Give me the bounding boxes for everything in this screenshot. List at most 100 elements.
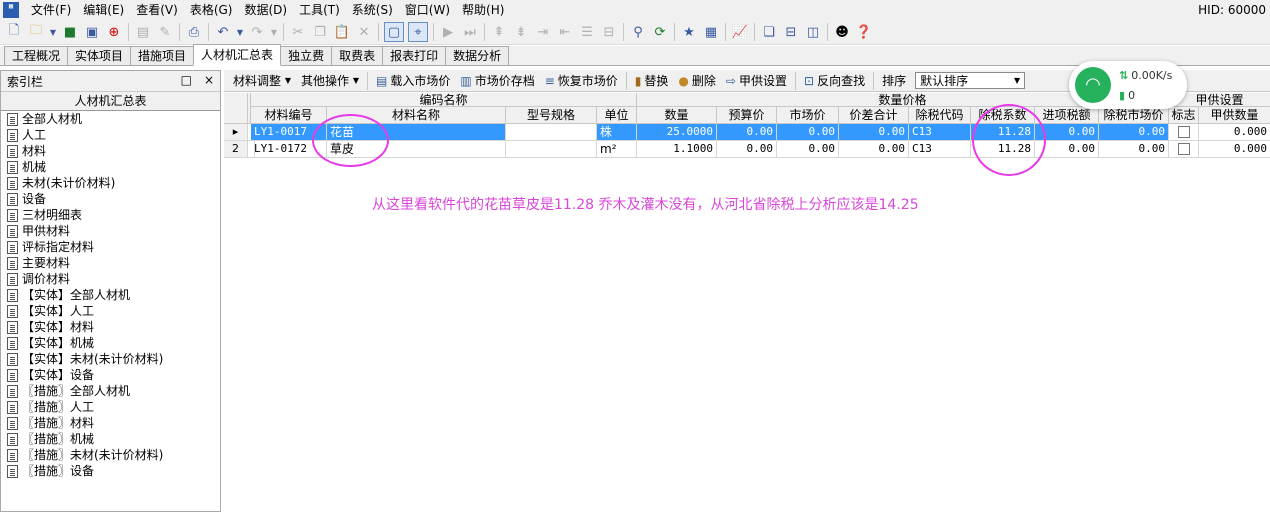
grid-cell-qty[interactable]: 25.0000 — [637, 124, 717, 141]
add-icon[interactable]: ⊕ — [105, 23, 123, 41]
index-item[interactable]: 材料 — [7, 143, 220, 159]
grid-cell-spec[interactable] — [506, 124, 597, 141]
column-header[interactable]: 除税代码 — [909, 107, 971, 124]
index-item[interactable]: 人工 — [7, 127, 220, 143]
find-icon[interactable]: ⚲ — [629, 23, 647, 41]
tab-labor-material-summary[interactable]: 人材机汇总表 — [193, 44, 282, 66]
save-market-price-button[interactable]: ▥ 市场价存档 — [455, 71, 539, 91]
chevron-down-icon[interactable]: ▼ — [270, 23, 278, 41]
move-up-icon[interactable]: ⇞ — [490, 23, 508, 41]
index-item[interactable]: 甲供材料 — [7, 223, 220, 239]
edit-icon[interactable]: ✎ — [156, 23, 174, 41]
column-header[interactable]: 预算价 — [717, 107, 777, 124]
indent-icon[interactable]: ⇥ — [534, 23, 552, 41]
select-icon[interactable]: ▢ — [384, 22, 404, 42]
open-folder-icon[interactable]: 🗀 — [27, 23, 45, 41]
column-header[interactable]: 甲供数量 — [1199, 107, 1270, 124]
grid-cell-diff[interactable]: 0.00 — [839, 141, 909, 158]
tile-vertical-icon[interactable]: ◫ — [804, 23, 822, 41]
index-item[interactable]: 全部人材机 — [7, 111, 220, 127]
chevron-down-icon[interactable]: ▼ — [236, 23, 244, 41]
calculator-icon[interactable]: ▦ — [702, 23, 720, 41]
refresh-icon[interactable]: ⟳ — [651, 23, 669, 41]
row-header[interactable]: ▸ — [224, 124, 248, 141]
menu-data[interactable]: 数据(D) — [238, 0, 293, 20]
cut-icon[interactable]: ✂ — [289, 23, 307, 41]
undo-icon[interactable]: ↶ — [214, 23, 232, 41]
pin-icon[interactable]: □ — [181, 73, 192, 87]
index-item[interactable]: 〖措施〗人工 — [7, 399, 220, 415]
column-header[interactable]: 标志 — [1169, 107, 1199, 124]
index-item[interactable]: 【实体】全部人材机 — [7, 287, 220, 303]
grid-cell-flag[interactable] — [1169, 124, 1199, 141]
supply-flag-checkbox[interactable] — [1177, 126, 1190, 138]
grid-cell-qty[interactable]: 1.1000 — [637, 141, 717, 158]
grid-cell-supplyqty[interactable]: 0.000 — [1199, 141, 1270, 158]
material-adjust-button[interactable]: 材料调整 ▼ — [228, 71, 296, 91]
index-item[interactable]: 机械 — [7, 159, 220, 175]
column-header[interactable]: 数量 — [637, 107, 717, 124]
grid-cell-exmarket[interactable]: 0.00 — [1099, 141, 1169, 158]
index-item[interactable]: 〖措施〗设备 — [7, 463, 220, 479]
tab-fee-table[interactable]: 取费表 — [331, 46, 384, 65]
index-item[interactable]: 〖措施〗材料 — [7, 415, 220, 431]
grid-cell-exmarket[interactable]: 0.00 — [1099, 124, 1169, 141]
index-item[interactable]: 三材明细表 — [7, 207, 220, 223]
grid-cell-supplyqty[interactable]: 0.000 — [1199, 124, 1270, 141]
copy-icon[interactable]: ❐ — [311, 23, 329, 41]
index-item[interactable]: 〖措施〗未材(未计价材料) — [7, 447, 220, 463]
merge-icon[interactable]: ⊟ — [600, 23, 618, 41]
outdent-icon[interactable]: ⇤ — [556, 23, 574, 41]
column-header[interactable]: 单位 — [597, 107, 637, 124]
row-header[interactable]: 2 — [224, 141, 248, 158]
redo-icon[interactable]: ↷ — [248, 23, 266, 41]
align-icon[interactable]: ☰ — [578, 23, 596, 41]
index-item[interactable]: 〖措施〗机械 — [7, 431, 220, 447]
grid-cell-unit[interactable]: 株 — [597, 124, 637, 141]
index-item[interactable]: 【实体】材料 — [7, 319, 220, 335]
index-item[interactable]: 〖措施〗全部人材机 — [7, 383, 220, 399]
tab-independent-fees[interactable]: 独立费 — [280, 46, 333, 65]
column-header[interactable]: 进项税额 — [1035, 107, 1099, 124]
grid-cell-budget[interactable]: 0.00 — [717, 124, 777, 141]
grid-cell-taxcode[interactable]: C13 — [909, 124, 971, 141]
index-item[interactable]: 【实体】人工 — [7, 303, 220, 319]
restore-market-price-button[interactable]: ≡ 恢复市场价 — [540, 71, 623, 91]
chevron-down-icon[interactable]: ▼ — [49, 23, 57, 41]
column-header[interactable]: 型号规格 — [506, 107, 597, 124]
save-icon[interactable]: ■ — [61, 23, 79, 41]
menu-tools[interactable]: 工具(T) — [293, 0, 346, 20]
menu-system[interactable]: 系统(S) — [346, 0, 399, 20]
grid-cell-flag[interactable] — [1169, 141, 1199, 158]
column-header[interactable]: 除税市场价 — [1099, 107, 1169, 124]
load-market-price-button[interactable]: ▤ 载入市场价 — [371, 71, 455, 91]
index-item[interactable]: 【实体】未材(未计价材料) — [7, 351, 220, 367]
grid-cell-budget[interactable]: 0.00 — [717, 141, 777, 158]
index-item[interactable]: 主要材料 — [7, 255, 220, 271]
index-item[interactable]: 评标指定材料 — [7, 239, 220, 255]
new-file-icon[interactable]: 🗋 — [5, 23, 23, 41]
grid-cell-spec[interactable] — [506, 141, 597, 158]
paste-icon[interactable]: 📋 — [333, 23, 351, 41]
supply-flag-checkbox[interactable] — [1177, 143, 1190, 155]
pick-icon[interactable]: ⌖ — [408, 22, 428, 42]
tab-entity-items[interactable]: 实体项目 — [67, 46, 132, 65]
grid-cell-market[interactable]: 0.00 — [777, 141, 839, 158]
run-icon[interactable]: ▶ — [439, 23, 457, 41]
column-header[interactable]: 市场价 — [777, 107, 839, 124]
supply-setting-button[interactable]: ⇨ 甲供设置 — [721, 71, 792, 91]
menu-table[interactable]: 表格(G) — [184, 0, 239, 20]
reverse-find-button[interactable]: ⊡ 反向查找 — [799, 71, 870, 91]
sort-select[interactable]: 默认排序 ▼ — [915, 72, 1026, 89]
grid-cell-diff[interactable]: 0.00 — [839, 124, 909, 141]
menu-help[interactable]: 帮助(H) — [456, 0, 510, 20]
tab-project-overview[interactable]: 工程概况 — [4, 46, 69, 65]
cascade-icon[interactable]: ❏ — [760, 23, 778, 41]
print-icon[interactable]: ⎙ — [185, 23, 203, 41]
index-item[interactable]: 【实体】机械 — [7, 335, 220, 351]
close-icon[interactable]: × — [204, 73, 214, 87]
help-icon[interactable]: ❓ — [855, 23, 873, 41]
index-item[interactable]: 调价材料 — [7, 271, 220, 287]
chart-icon[interactable]: 📈 — [731, 23, 749, 41]
other-ops-button[interactable]: 其他操作 ▼ — [296, 71, 364, 91]
